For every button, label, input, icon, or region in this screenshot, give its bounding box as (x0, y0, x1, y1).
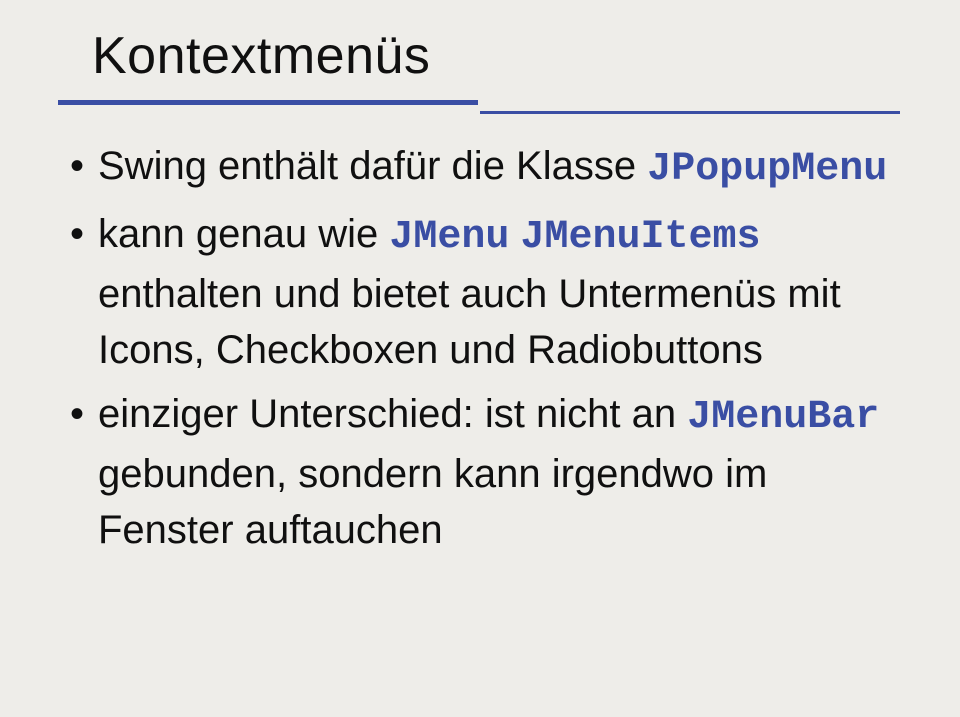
bullet-item: •Swing enthält dafür die Klasse JPopupMe… (70, 138, 905, 198)
slide-title: Kontextmenüs (92, 26, 430, 86)
code-text: JMenuItems (520, 215, 760, 260)
bullet-item: •einziger Unterschied: ist nicht an JMen… (70, 386, 905, 558)
bullet-text: kann genau wie JMenu JMenuItems enthalte… (98, 206, 905, 378)
bullet-icon: • (70, 138, 98, 194)
plain-text: Swing enthält dafür die Klasse (98, 144, 647, 188)
plain-text: einziger Unterschied: ist nicht an (98, 392, 687, 436)
bullet-list: •Swing enthält dafür die Klasse JPopupMe… (70, 138, 905, 566)
code-text: JPopupMenu (647, 147, 887, 192)
plain-text: kann genau wie (98, 212, 389, 256)
title-underline-thin (480, 111, 900, 114)
bullet-icon: • (70, 386, 98, 442)
plain-text: enthalten und bietet auch Untermenüs mit… (98, 272, 841, 372)
slide: Kontextmenüs •Swing enthält dafür die Kl… (0, 0, 960, 717)
bullet-icon: • (70, 206, 98, 262)
plain-text (509, 212, 520, 256)
code-text: JMenuBar (687, 395, 879, 440)
bullet-item: •kann genau wie JMenu JMenuItems enthalt… (70, 206, 905, 378)
plain-text: gebunden, sondern kann irgendwo im Fenst… (98, 452, 767, 552)
title-underline-thick (58, 100, 478, 105)
code-text: JMenu (389, 215, 509, 260)
bullet-text: einziger Unterschied: ist nicht an JMenu… (98, 386, 905, 558)
bullet-text: Swing enthält dafür die Klasse JPopupMen… (98, 138, 887, 198)
